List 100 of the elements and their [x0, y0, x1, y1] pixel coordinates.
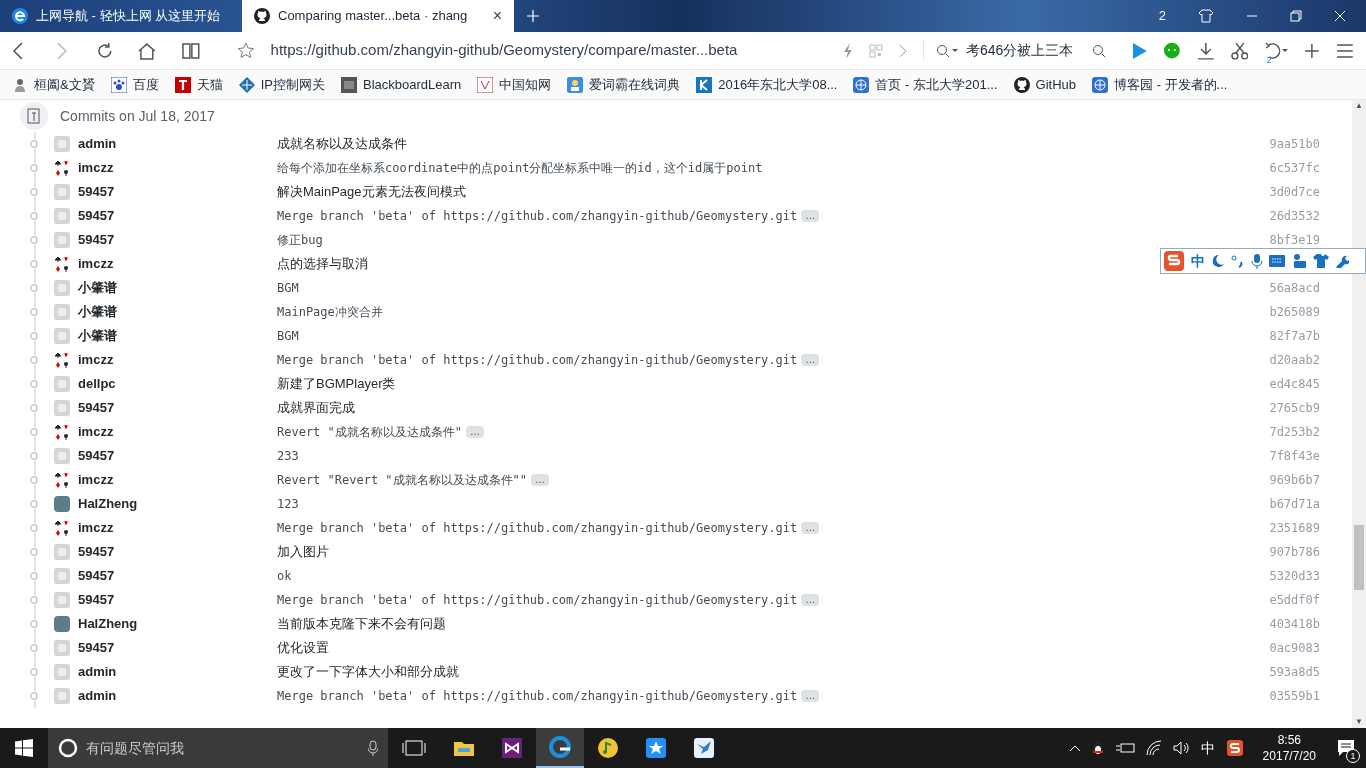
commit-author[interactable]: HalZheng [78, 614, 277, 634]
commit-author[interactable]: 59457 [78, 398, 277, 418]
commit-message[interactable]: 新建了BGMPlayer类 [277, 374, 396, 394]
commit-message[interactable]: 解决MainPage元素无法夜间模式 [277, 182, 466, 202]
scroll-down-arrow[interactable]: ▼ [1355, 716, 1363, 728]
commit-message[interactable]: 当前版本克隆下来不会有问题 [277, 614, 446, 634]
commit-message[interactable]: 成就界面完成 [277, 398, 355, 418]
scrollbar[interactable]: ▲ ▼ [1352, 100, 1366, 728]
shirt-icon[interactable] [1198, 9, 1214, 23]
input-mode-indicator[interactable]: 中 [1200, 737, 1215, 759]
commit-message[interactable]: 成就名称以及达成条件 [277, 134, 407, 154]
commit-author[interactable]: 59457 [78, 446, 277, 466]
commit-message[interactable]: Revert "成就名称以及达成条件" [277, 423, 463, 441]
commit-author[interactable]: 59457 [78, 590, 277, 610]
search-icon[interactable] [1091, 43, 1106, 58]
home-icon[interactable] [137, 41, 158, 60]
bookmark[interactable]: 中国知网 [477, 74, 552, 95]
commit-message[interactable]: Merge branch 'beta' of https://github.com/zhangyin-github/Geomystery.git [277, 351, 798, 369]
commit-author[interactable]: 59457 [78, 182, 277, 202]
refresh-icon[interactable] [95, 41, 114, 60]
commit-message[interactable]: MainPage冲突合并 [277, 303, 383, 321]
commit-message[interactable]: Merge branch 'beta' of https://github.com/zhangyin-github/Geomystery.git [277, 207, 798, 225]
clock-time[interactable]: 8:56 [1277, 732, 1301, 748]
taskbar-app[interactable] [536, 728, 584, 768]
commit-message[interactable]: Merge branch 'beta' of https://github.com/zhangyin-github/Geomystery.git [277, 591, 798, 609]
url-field[interactable]: https://github.com/zhangyin-github/Geomystery/compare/master...beta [270, 39, 828, 62]
bookmark[interactable]: 爱词霸在线词典 [567, 74, 681, 95]
commit-author[interactable]: 小肇谱 [78, 302, 277, 322]
microphone-icon[interactable] [1251, 253, 1263, 269]
maximize-icon[interactable] [1290, 10, 1302, 22]
expand-button[interactable]: … [801, 594, 820, 606]
new-tab-icon[interactable] [526, 9, 540, 23]
download-icon[interactable] [1197, 41, 1215, 60]
shirt-icon[interactable] [1313, 254, 1329, 268]
penguin-icon[interactable] [1090, 740, 1105, 756]
expand-button[interactable]: … [531, 474, 550, 486]
commit-author[interactable]: admin [78, 686, 277, 706]
commit-author[interactable]: imczz [78, 518, 277, 538]
lightning-icon[interactable] [843, 42, 854, 59]
search-field[interactable]: 考646分被上三本 [923, 40, 1106, 61]
commit-author[interactable]: 59457 [78, 230, 277, 250]
close-icon[interactable] [1334, 10, 1346, 22]
commit-message[interactable]: 给每个添加在坐标系coordinate中的点point分配坐标系中唯一的id，这个id属于point [277, 159, 763, 177]
browser-tab[interactable]: Comparing master...beta · zhang × [242, 0, 514, 32]
commit-message[interactable]: 233 [277, 447, 299, 465]
user-card-icon[interactable] [1291, 253, 1307, 269]
commit-author[interactable]: 小肇谱 [78, 326, 277, 346]
input-mode-toggle[interactable]: 中 [1191, 250, 1205, 272]
task-view-icon[interactable] [402, 739, 426, 757]
commit-author[interactable]: 59457 [78, 638, 277, 658]
expand-button[interactable]: … [466, 426, 485, 438]
bookmark[interactable]: 首页 - 东北大学201... [853, 74, 998, 95]
wrench-icon[interactable] [1335, 254, 1349, 268]
expand-button[interactable]: … [801, 354, 820, 366]
scroll-up-arrow[interactable]: ▲ [1355, 100, 1363, 112]
commit-author[interactable]: dellpc [78, 374, 277, 394]
taskbar-search-field[interactable]: 有问题尽管问我 [48, 728, 388, 768]
commit-message[interactable]: 优化设置 [277, 638, 329, 658]
chat-bubble-icon[interactable] [1163, 41, 1181, 60]
commit-message[interactable]: BGM [277, 327, 299, 345]
commit-author[interactable]: 59457 [78, 542, 277, 562]
speaker-icon[interactable] [1172, 740, 1191, 756]
bookmark[interactable]: 桓阖&文贇 [12, 74, 95, 95]
commit-message[interactable]: Revert "Revert "成就名称以及达成条件"" [277, 471, 528, 489]
commit-author[interactable]: 59457 [78, 206, 277, 226]
commit-author[interactable]: HalZheng [78, 494, 277, 514]
plus-icon[interactable] [1304, 42, 1321, 59]
commit-message[interactable]: Merge branch 'beta' of https://github.com/zhangyin-github/Geomystery.git [277, 519, 798, 537]
reading-view-icon[interactable] [181, 41, 201, 60]
commit-author[interactable]: admin [78, 662, 277, 682]
bookmark[interactable]: GitHub [1013, 74, 1077, 95]
expand-button[interactable]: … [801, 522, 820, 534]
commit-message[interactable]: 修正bug [277, 231, 323, 249]
punctuation-icon[interactable] [1231, 254, 1245, 268]
bookmark[interactable]: IP控制网关 [238, 74, 325, 95]
commit-author[interactable]: imczz [78, 254, 277, 274]
back-icon[interactable] [12, 41, 24, 60]
expand-button[interactable]: … [801, 210, 820, 222]
bookmark[interactable]: 博客园 - 开发者的... [1092, 74, 1228, 95]
commit-message[interactable]: 加入图片 [277, 542, 329, 562]
commit-message[interactable]: 点的选择与取消 [277, 254, 368, 274]
power-plug-icon[interactable] [1114, 740, 1135, 756]
commit-message[interactable]: ok [277, 567, 292, 585]
windows-logo-icon[interactable] [15, 739, 33, 757]
browser-tab[interactable]: 上网导航 - 轻快上网 从这里开始 [0, 0, 242, 32]
bookmark[interactable]: 百度 [110, 74, 159, 95]
scrollbar-thumb[interactable] [1354, 525, 1364, 590]
commit-author[interactable]: 小肇谱 [78, 278, 277, 298]
bookmark[interactable]: BlackboardLearn [340, 74, 462, 95]
notification-button[interactable]: 1 [1326, 728, 1366, 768]
commit-message[interactable]: Merge branch 'beta' of https://github.com/zhangyin-github/Geomystery.git [277, 687, 798, 705]
moon-icon[interactable] [1211, 254, 1225, 268]
bookmark[interactable]: 2016年东北大学08... [696, 74, 838, 95]
commit-message[interactable]: 更改了一下字体大小和部分成就 [277, 662, 459, 682]
commit-author[interactable]: 59457 [78, 566, 277, 586]
menu-icon[interactable] [1336, 42, 1354, 59]
commit-author[interactable]: imczz [78, 350, 277, 370]
commit-author[interactable]: imczz [78, 470, 277, 490]
expand-button[interactable]: … [801, 690, 820, 702]
commit-author[interactable]: imczz [78, 158, 277, 178]
